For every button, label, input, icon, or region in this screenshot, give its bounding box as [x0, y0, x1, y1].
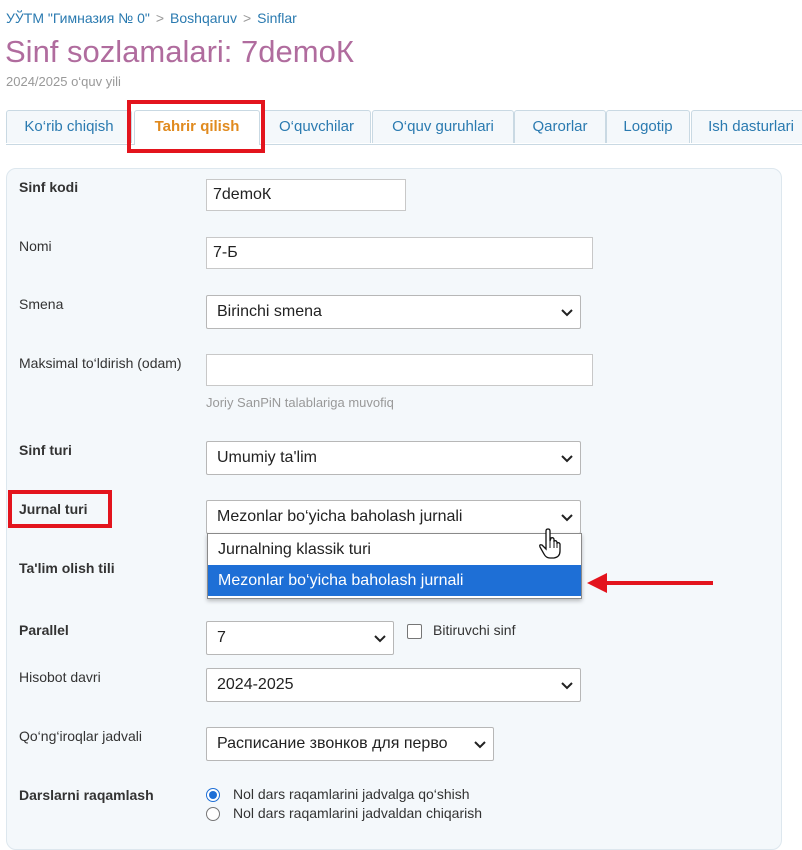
highlight-box-jurnal [8, 490, 112, 528]
jurnal-turi-select[interactable]: Mezonlar bo‘yicha baholash jurnali [206, 500, 581, 534]
maksimal-input[interactable] [206, 354, 593, 386]
parallel-label: Parallel [19, 622, 69, 638]
maksimal-hint: Joriy SanPiN talablariga muvofiq [206, 395, 394, 410]
breadcrumb-sinflar-link[interactable]: Sinflar [257, 10, 297, 26]
chevron-down-icon [374, 635, 386, 643]
page-title: Sinf sozlamalari: 7demoК [5, 34, 354, 69]
breadcrumb-boshqaruv-link[interactable]: Boshqaruv [170, 10, 237, 26]
hisobot-value: 2024-2025 [217, 676, 294, 693]
nomi-label: Nomi [19, 238, 52, 254]
highlight-box-tab [127, 100, 265, 153]
raqamlash-option-chiqarish: Nol dars raqamlarini jadvaldan chiqarish [233, 805, 483, 821]
parallel-value: 7 [217, 629, 226, 646]
raqamlash-option-qoshish: Nol dars raqamlarini jadvalga qo‘shish [233, 786, 470, 802]
parallel-select[interactable]: 7 [206, 621, 394, 655]
chevron-down-icon [561, 514, 573, 522]
bitiruvchi-label: Bitiruvchi sinf [433, 622, 516, 638]
chevron-down-icon [561, 309, 573, 317]
raqamlash-radio-qoshish[interactable] [206, 788, 220, 802]
jurnal-option-klassik[interactable]: Jurnalning klassik turi [208, 534, 581, 565]
hisobot-select[interactable]: 2024-2025 [206, 668, 581, 702]
breadcrumb-separator: > [242, 10, 252, 26]
nomi-input[interactable]: 7-Б [206, 237, 593, 269]
sinf-turi-label: Sinf turi [19, 442, 72, 458]
tab-oquv-guruhlari[interactable]: O‘quv guruhlari [372, 110, 514, 143]
smena-value: Birinchi smena [217, 303, 322, 320]
qongiroqlar-value: Расписание звонков для перво [217, 735, 448, 752]
tab-korib-chiqish[interactable]: Ko‘rib chiqish [6, 110, 132, 143]
raqamlash-radio-chiqarish[interactable] [206, 807, 220, 821]
talim-tili-label: Ta'lim olish tili [19, 560, 115, 576]
chevron-down-icon [473, 737, 487, 751]
hisobot-label: Hisobot davri [19, 669, 101, 685]
sinf-turi-value: Umumiy ta'lim [217, 449, 317, 466]
tab-ish-dasturlari[interactable]: Ish dasturlari [691, 110, 802, 143]
breadcrumb: УЎТМ "Гимназия № 0" > Boshqaruv > Sinflar [6, 10, 297, 26]
jurnal-turi-dropdown: Jurnalning klassik turi Mezonlar bo‘yich… [207, 533, 582, 599]
sinf-kodi-label: Sinf kodi [19, 179, 79, 195]
sinf-turi-select[interactable]: Umumiy ta'lim [206, 441, 581, 475]
tab-bar: Ko‘rib chiqish Tahrir qilish O‘quvchilar… [6, 110, 802, 145]
tab-oquvchilar[interactable]: O‘quvchilar [262, 110, 371, 143]
breadcrumb-separator: > [155, 10, 165, 26]
smena-label: Smena [19, 296, 64, 312]
tab-logotip[interactable]: Logotip [606, 110, 690, 143]
chevron-down-icon [561, 682, 573, 690]
qongiroqlar-label: Qo‘ng‘iroqlar jadvali [19, 728, 142, 744]
breadcrumb-school-link[interactable]: УЎТМ "Гимназия № 0" [6, 10, 150, 26]
arrow-left-icon [587, 573, 713, 593]
qongiroqlar-select[interactable]: Расписание звонков для перво [206, 727, 494, 761]
maksimal-label: Maksimal to‘ldirish (odam) [19, 355, 182, 371]
smena-select[interactable]: Birinchi smena [206, 295, 581, 329]
bitiruvchi-checkbox[interactable] [407, 624, 422, 639]
hand-cursor-icon [539, 528, 561, 559]
sinf-kodi-input[interactable]: 7demoК [206, 179, 406, 211]
jurnal-option-mezonlar[interactable]: Mezonlar bo‘yicha baholash jurnali [208, 565, 581, 596]
raqamlash-label: Darslarni raqamlash [19, 787, 154, 803]
chevron-down-icon [561, 455, 573, 463]
jurnal-turi-value: Mezonlar bo‘yicha baholash jurnali [217, 508, 463, 525]
page-subtitle: 2024/2025 o‘quv yili [6, 74, 121, 89]
tab-qarorlar[interactable]: Qarorlar [514, 110, 606, 143]
